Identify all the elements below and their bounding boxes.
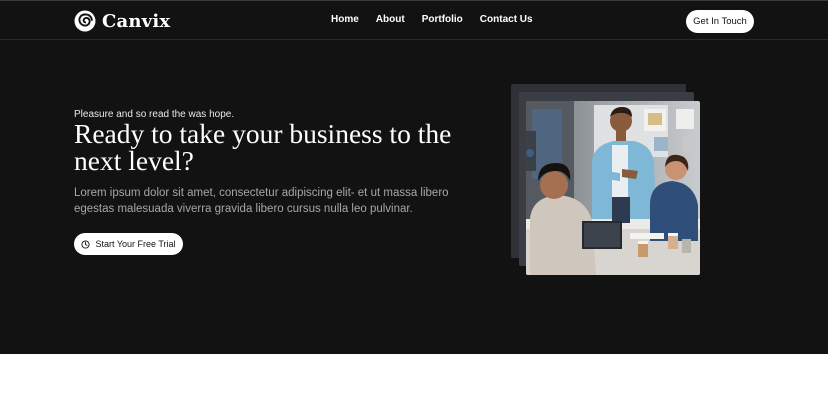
hero-lede: Lorem ipsum dolor sit amet, consectetur … (74, 187, 449, 215)
start-free-trial-label: Start Your Free Trial (95, 239, 176, 249)
brand-name: Canvix (102, 10, 171, 32)
nav-about[interactable]: About (376, 14, 405, 25)
navbar: Canvix Home About Portfolio Contact Us G… (0, 1, 828, 40)
next-section (0, 354, 828, 405)
get-in-touch-button[interactable]: Get In Touch (686, 10, 754, 33)
nav-portfolio[interactable]: Portfolio (422, 14, 463, 25)
clock-icon (81, 239, 91, 249)
main-nav: Home About Portfolio Contact Us (331, 14, 550, 25)
hero-section: Canvix Home About Portfolio Contact Us G… (0, 0, 828, 354)
nav-contact[interactable]: Contact Us (480, 14, 533, 25)
team-meeting-photo (526, 101, 700, 275)
hero-headline: Ready to take your business to the next … (74, 118, 452, 176)
start-free-trial-button[interactable]: Start Your Free Trial (74, 233, 183, 255)
swirl-logo-icon (74, 10, 96, 32)
nav-home[interactable]: Home (331, 14, 359, 25)
brand-link[interactable]: Canvix (74, 10, 170, 32)
team-meeting-illustration (526, 101, 700, 275)
